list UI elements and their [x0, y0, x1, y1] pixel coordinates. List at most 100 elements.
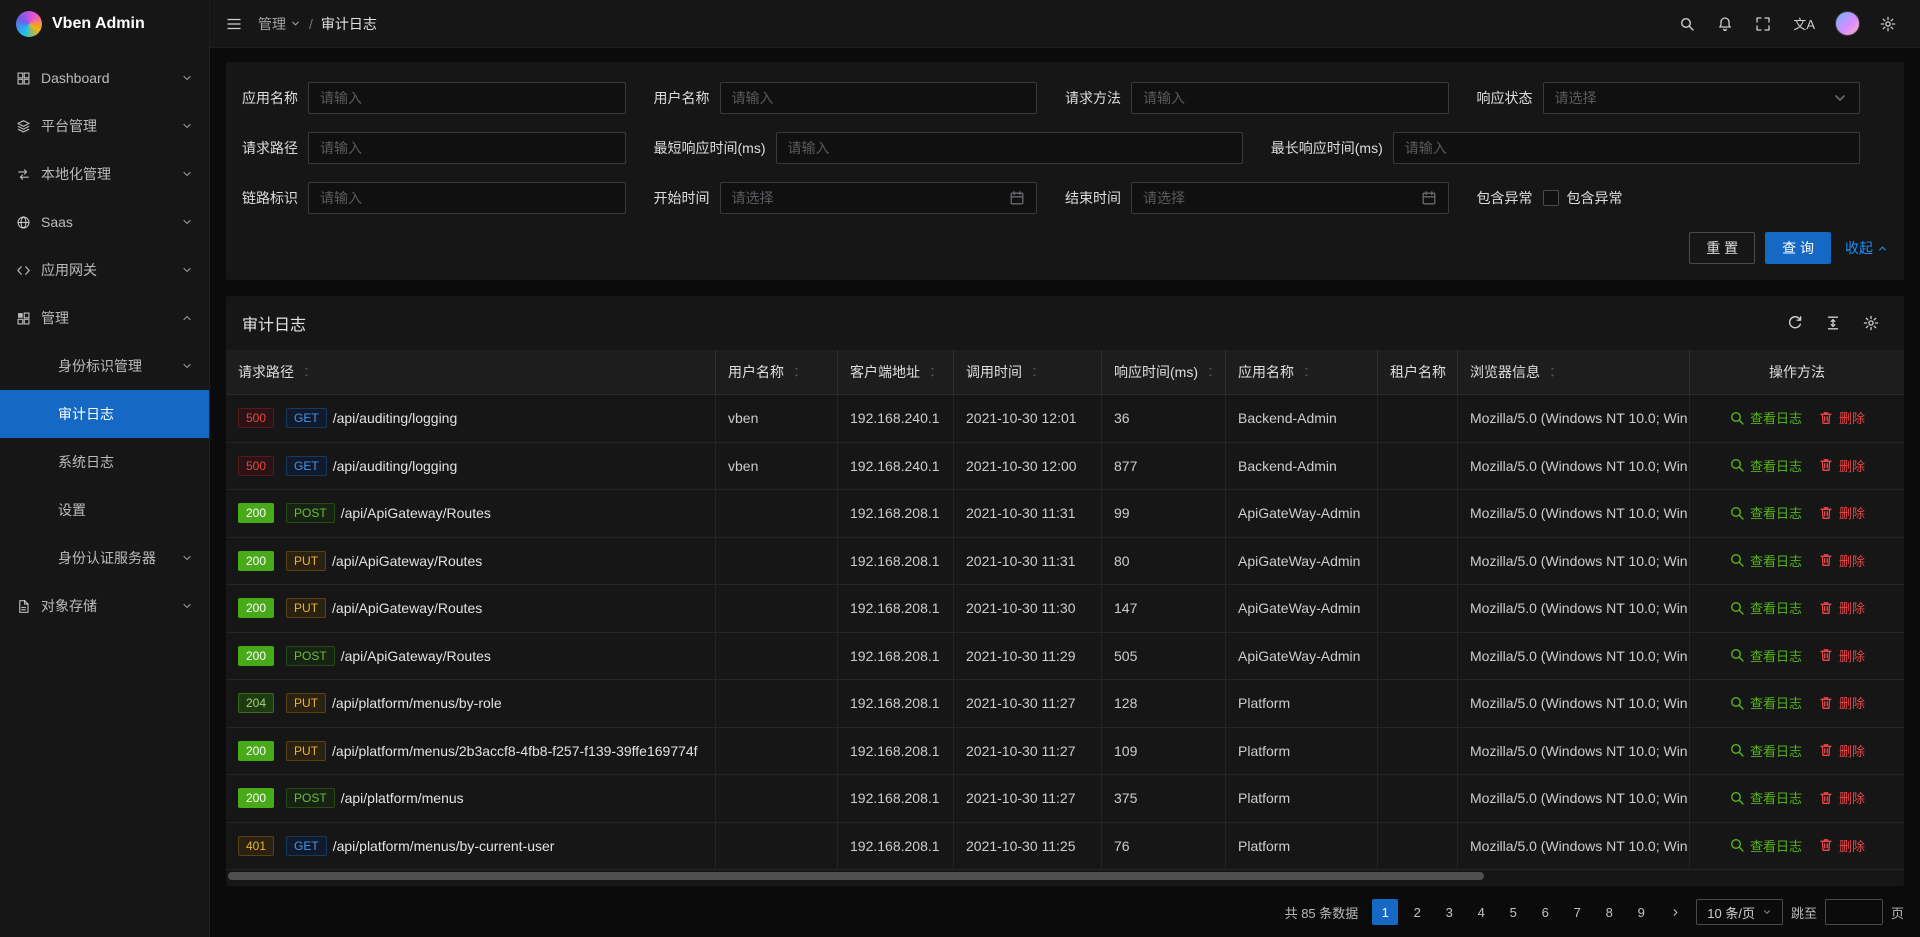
client-address-cell: 192.168.240.1 — [838, 395, 954, 443]
page-size-select[interactable]: 10 条/页 — [1696, 899, 1783, 925]
search-button[interactable]: 查 询 — [1765, 232, 1831, 264]
locale-icon[interactable]: 文A — [1785, 8, 1823, 39]
page-button-8[interactable]: 8 — [1596, 899, 1622, 925]
sort-icon[interactable] — [302, 366, 311, 378]
page-button-9[interactable]: 9 — [1628, 899, 1654, 925]
sidebar-item-system-log[interactable]: 系统日志 — [0, 438, 209, 486]
page-button-7[interactable]: 7 — [1564, 899, 1590, 925]
client-address-cell: 192.168.240.1 — [838, 443, 954, 491]
delete-button[interactable]: 删除 — [1818, 456, 1865, 475]
start-time-picker[interactable]: 请选择 — [720, 182, 1038, 214]
fullscreen-icon[interactable] — [1747, 10, 1779, 38]
brand[interactable]: Vben Admin — [0, 0, 209, 48]
column-header-2[interactable]: 客户端地址 — [838, 350, 954, 395]
delete-button[interactable]: 删除 — [1818, 408, 1865, 427]
column-header-3[interactable]: 调用时间 — [954, 350, 1102, 395]
sidebar-item-platform-management[interactable]: 平台管理 — [0, 102, 209, 150]
delete-button[interactable]: 删除 — [1818, 551, 1865, 570]
min-response-time-input[interactable] — [776, 132, 1243, 164]
method-badge: GET — [286, 836, 327, 856]
view-log-button[interactable]: 查看日志 — [1729, 741, 1802, 760]
sidebar-item-app-gateway[interactable]: 应用网关 — [0, 246, 209, 294]
sidebar-item-object-storage[interactable]: 对象存储 — [0, 582, 209, 630]
delete-button[interactable]: 删除 — [1818, 741, 1865, 760]
path-text: /api/platform/menus/by-current-user — [333, 838, 555, 854]
notification-icon[interactable] — [1709, 10, 1741, 38]
sort-icon[interactable] — [1206, 366, 1215, 378]
column-header-0[interactable]: 请求路径 — [226, 350, 716, 395]
sort-icon[interactable] — [1302, 366, 1311, 378]
sidebar-item-dashboard[interactable]: Dashboard — [0, 54, 209, 102]
sidebar-item-auth-server[interactable]: 身份认证服务器 — [0, 534, 209, 582]
sort-icon[interactable] — [792, 366, 801, 378]
sidebar-item-settings[interactable]: 设置 — [0, 486, 209, 534]
column-header-6[interactable]: 租户名称 — [1378, 350, 1458, 395]
request-path-input[interactable] — [308, 132, 626, 164]
table-header-row: 请求路径用户名称客户端地址调用时间响应时间(ms)应用名称租户名称浏览器信息操作… — [226, 350, 1904, 395]
calendar-icon — [1009, 190, 1025, 206]
page-button-4[interactable]: 4 — [1468, 899, 1494, 925]
end-time-picker[interactable]: 请选择 — [1131, 182, 1449, 214]
column-settings-icon[interactable] — [1854, 310, 1888, 336]
column-header-5[interactable]: 应用名称 — [1226, 350, 1378, 395]
view-log-button[interactable]: 查看日志 — [1729, 456, 1802, 475]
row-height-icon[interactable] — [1816, 310, 1850, 336]
delete-button[interactable]: 删除 — [1818, 836, 1865, 855]
delete-button[interactable]: 删除 — [1818, 646, 1865, 665]
response-status-select[interactable]: 请选择 — [1543, 82, 1861, 114]
sidebar-item-localization-management[interactable]: 本地化管理 — [0, 150, 209, 198]
horizontal-scrollbar — [226, 870, 1904, 882]
refresh-icon[interactable] — [1778, 310, 1812, 336]
chevron-right-icon — [1670, 907, 1681, 918]
user-name-input[interactable] — [720, 82, 1038, 114]
search-icon[interactable] — [1671, 10, 1703, 38]
app-name-input[interactable] — [308, 82, 626, 114]
view-log-button[interactable]: 查看日志 — [1729, 408, 1802, 427]
view-log-button[interactable]: 查看日志 — [1729, 503, 1802, 522]
scrollbar-thumb[interactable] — [228, 872, 1484, 880]
page-button-2[interactable]: 2 — [1404, 899, 1430, 925]
delete-label: 删除 — [1839, 503, 1865, 522]
trace-id-input[interactable] — [308, 182, 626, 214]
include-exception-checkbox[interactable] — [1543, 190, 1559, 206]
reset-button[interactable]: 重 置 — [1689, 232, 1755, 264]
page-button-3[interactable]: 3 — [1436, 899, 1462, 925]
request-method-input[interactable] — [1131, 82, 1449, 114]
browser-info-cell: Mozilla/5.0 (Windows NT 10.0; Win — [1458, 680, 1690, 728]
view-log-button[interactable]: 查看日志 — [1729, 646, 1802, 665]
menu-fold-icon[interactable] — [226, 16, 242, 32]
column-header-7[interactable]: 浏览器信息 — [1458, 350, 1690, 395]
breadcrumb-root[interactable]: 管理 — [258, 14, 301, 34]
delete-button[interactable]: 删除 — [1818, 503, 1865, 522]
view-log-button[interactable]: 查看日志 — [1729, 598, 1802, 617]
delete-button[interactable]: 删除 — [1818, 598, 1865, 617]
sidebar-item-management[interactable]: 管理 — [0, 294, 209, 342]
jump-page-input[interactable] — [1825, 899, 1883, 925]
sidebar-item-identity-management[interactable]: 身份标识管理 — [0, 342, 209, 390]
collapse-link[interactable]: 收起 — [1845, 238, 1888, 258]
next-page-button[interactable] — [1662, 899, 1688, 925]
delete-button[interactable]: 删除 — [1818, 693, 1865, 712]
page-button-1[interactable]: 1 — [1372, 899, 1398, 925]
view-log-button[interactable]: 查看日志 — [1729, 551, 1802, 570]
sort-icon[interactable] — [928, 366, 937, 378]
view-log-button[interactable]: 查看日志 — [1729, 788, 1802, 807]
method-badge: POST — [286, 788, 335, 808]
sort-icon[interactable] — [1548, 366, 1557, 378]
page-button-6[interactable]: 6 — [1532, 899, 1558, 925]
avatar[interactable] — [1835, 11, 1860, 36]
view-log-button[interactable]: 查看日志 — [1729, 836, 1802, 855]
column-header-1[interactable]: 用户名称 — [716, 350, 838, 395]
settings-gear-icon[interactable] — [1872, 10, 1904, 38]
topbar-actions: 文A — [1671, 8, 1904, 39]
page-button-5[interactable]: 5 — [1500, 899, 1526, 925]
delete-button[interactable]: 删除 — [1818, 788, 1865, 807]
view-log-button[interactable]: 查看日志 — [1729, 693, 1802, 712]
sidebar-item-saas[interactable]: Saas — [0, 198, 209, 246]
user-cell — [716, 538, 838, 586]
sort-icon[interactable] — [1030, 366, 1039, 378]
max-response-time-input[interactable] — [1393, 132, 1860, 164]
column-header-4[interactable]: 响应时间(ms) — [1102, 350, 1226, 395]
response-status-label: 响应状态 — [1477, 88, 1543, 108]
sidebar-item-audit-log[interactable]: 审计日志 — [0, 390, 209, 438]
